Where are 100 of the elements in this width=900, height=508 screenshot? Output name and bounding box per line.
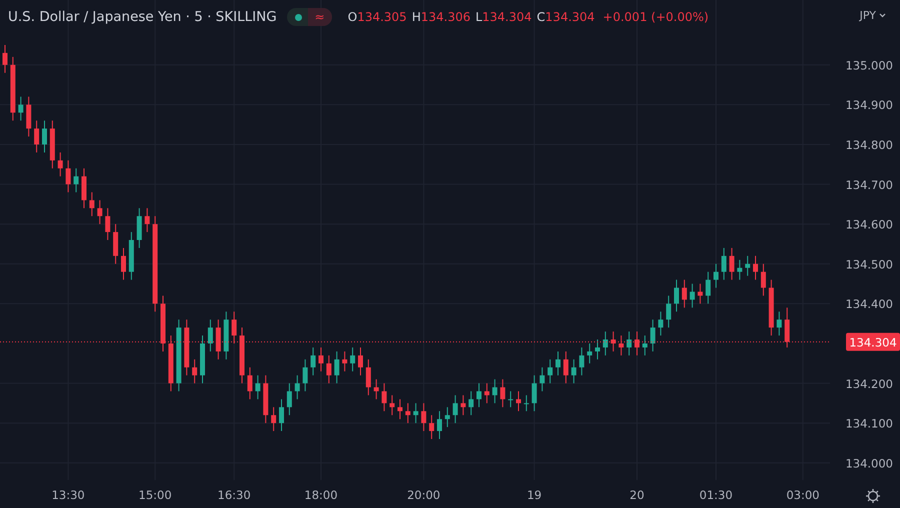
candlestick: [144, 208, 150, 233]
candlestick: [286, 382, 292, 416]
candlestick: [398, 398, 402, 420]
y-axis-label: 134.000: [845, 456, 893, 470]
candlestick: [682, 279, 687, 308]
candlestick: [468, 390, 474, 416]
y-axis-label: 134.500: [845, 257, 893, 272]
candlestick: [350, 346, 356, 372]
candlestick: [421, 402, 426, 432]
candlestick: [571, 358, 576, 384]
candlestick: [66, 160, 71, 193]
candlestick: [610, 331, 616, 352]
candlestick: [366, 358, 371, 396]
candlestick: [10, 56, 16, 122]
candlestick: [516, 390, 521, 412]
candlestick: [524, 394, 529, 412]
price-label: 134.304: [846, 332, 900, 351]
ohlc-value: 134.304: [482, 10, 532, 24]
y-axis-label: 134.100: [845, 416, 893, 431]
candlestick: [128, 232, 134, 280]
candlestick: [532, 374, 537, 412]
ohlc-label: L: [475, 10, 482, 24]
candlestick: [390, 394, 395, 416]
x-axis-label: 01:30: [699, 488, 733, 502]
candlestick: [768, 279, 774, 336]
ref-line-label: 134.304: [849, 335, 897, 350]
candlestick: [460, 394, 466, 416]
candlestick: [168, 335, 174, 392]
candlestick: [89, 192, 94, 217]
candlestick: [476, 382, 482, 408]
candlestick: [310, 346, 316, 376]
candlestick: [444, 406, 450, 428]
candlestick: [492, 378, 498, 404]
candlestick: [579, 346, 584, 376]
candlestick: [508, 390, 514, 408]
y-axis-label: 135.000: [845, 58, 893, 72]
candlestick: [602, 331, 608, 356]
candlestick: [58, 152, 63, 177]
y-axis-label: 134.800: [845, 138, 893, 152]
candlestick: [776, 311, 782, 336]
x-axis-label: 20:00: [407, 488, 440, 502]
candlestick: [729, 247, 734, 280]
candlestick: [18, 96, 24, 122]
price-change: +0.001 (+0.00%): [602, 10, 709, 24]
ohlc-label: C: [536, 10, 546, 24]
candlestick: [160, 295, 166, 352]
candlestick: [753, 255, 758, 280]
y-axis-label: 134.400: [845, 297, 893, 312]
candlestick: [634, 331, 640, 356]
candlestick: [342, 350, 348, 372]
candlestick: [302, 358, 308, 392]
candlestick: [618, 335, 624, 356]
settings-icon[interactable]: [866, 489, 880, 503]
candlestick: [500, 378, 506, 408]
y-axis-label: 134.200: [845, 376, 893, 391]
x-axis-label: 18:00: [304, 488, 338, 502]
candlestick: [247, 366, 252, 400]
y-axis-label: 134.600: [845, 218, 893, 232]
candlestick: [706, 271, 711, 304]
ohlc-label: O: [348, 10, 358, 24]
candlestick: [358, 346, 363, 376]
candlestick: [484, 382, 490, 404]
candlestick: [113, 224, 118, 264]
candlestick: [405, 402, 410, 424]
candlestick: [429, 414, 434, 440]
candlestick: [334, 350, 340, 384]
candlestick: [255, 374, 260, 400]
candlestick: [745, 255, 750, 276]
candlestick: [200, 335, 205, 384]
candlestick: [2, 44, 8, 74]
symbol-title[interactable]: U.S. Dollar / Japanese Yen · 5 · SKILLING: [8, 9, 277, 25]
x-axis-label: 20: [630, 488, 644, 502]
candlestick: [136, 208, 142, 248]
candlestick: [105, 208, 110, 240]
candlestick: [26, 96, 32, 138]
candlestick: [556, 350, 560, 376]
x-axis-label: 13:30: [52, 488, 85, 502]
candlestick: [760, 263, 766, 296]
currency-dropdown[interactable]: JPY: [860, 9, 886, 22]
candlestick: [587, 342, 592, 364]
caret-icon: [879, 13, 886, 18]
candlestick: [674, 279, 679, 312]
ohlc-value: 134.306: [420, 10, 470, 24]
candlestick: [452, 394, 458, 424]
candlestick: [263, 374, 268, 424]
candlestick: [437, 410, 442, 440]
data-status-badge[interactable]: ≈: [308, 8, 332, 26]
candlestick: [216, 319, 221, 360]
candlestick: [413, 402, 418, 424]
candlestick: [97, 200, 102, 225]
candlestick: [650, 319, 656, 352]
candlestick: [279, 398, 284, 432]
candlestick: [784, 307, 790, 348]
candlestick: [548, 358, 553, 384]
candlestick: [121, 247, 126, 280]
candlestick: [294, 374, 300, 400]
candlestick: [721, 247, 726, 280]
candlestick: [232, 311, 237, 344]
x-axis-label: 15:00: [138, 488, 172, 502]
candlestick: [42, 120, 47, 153]
